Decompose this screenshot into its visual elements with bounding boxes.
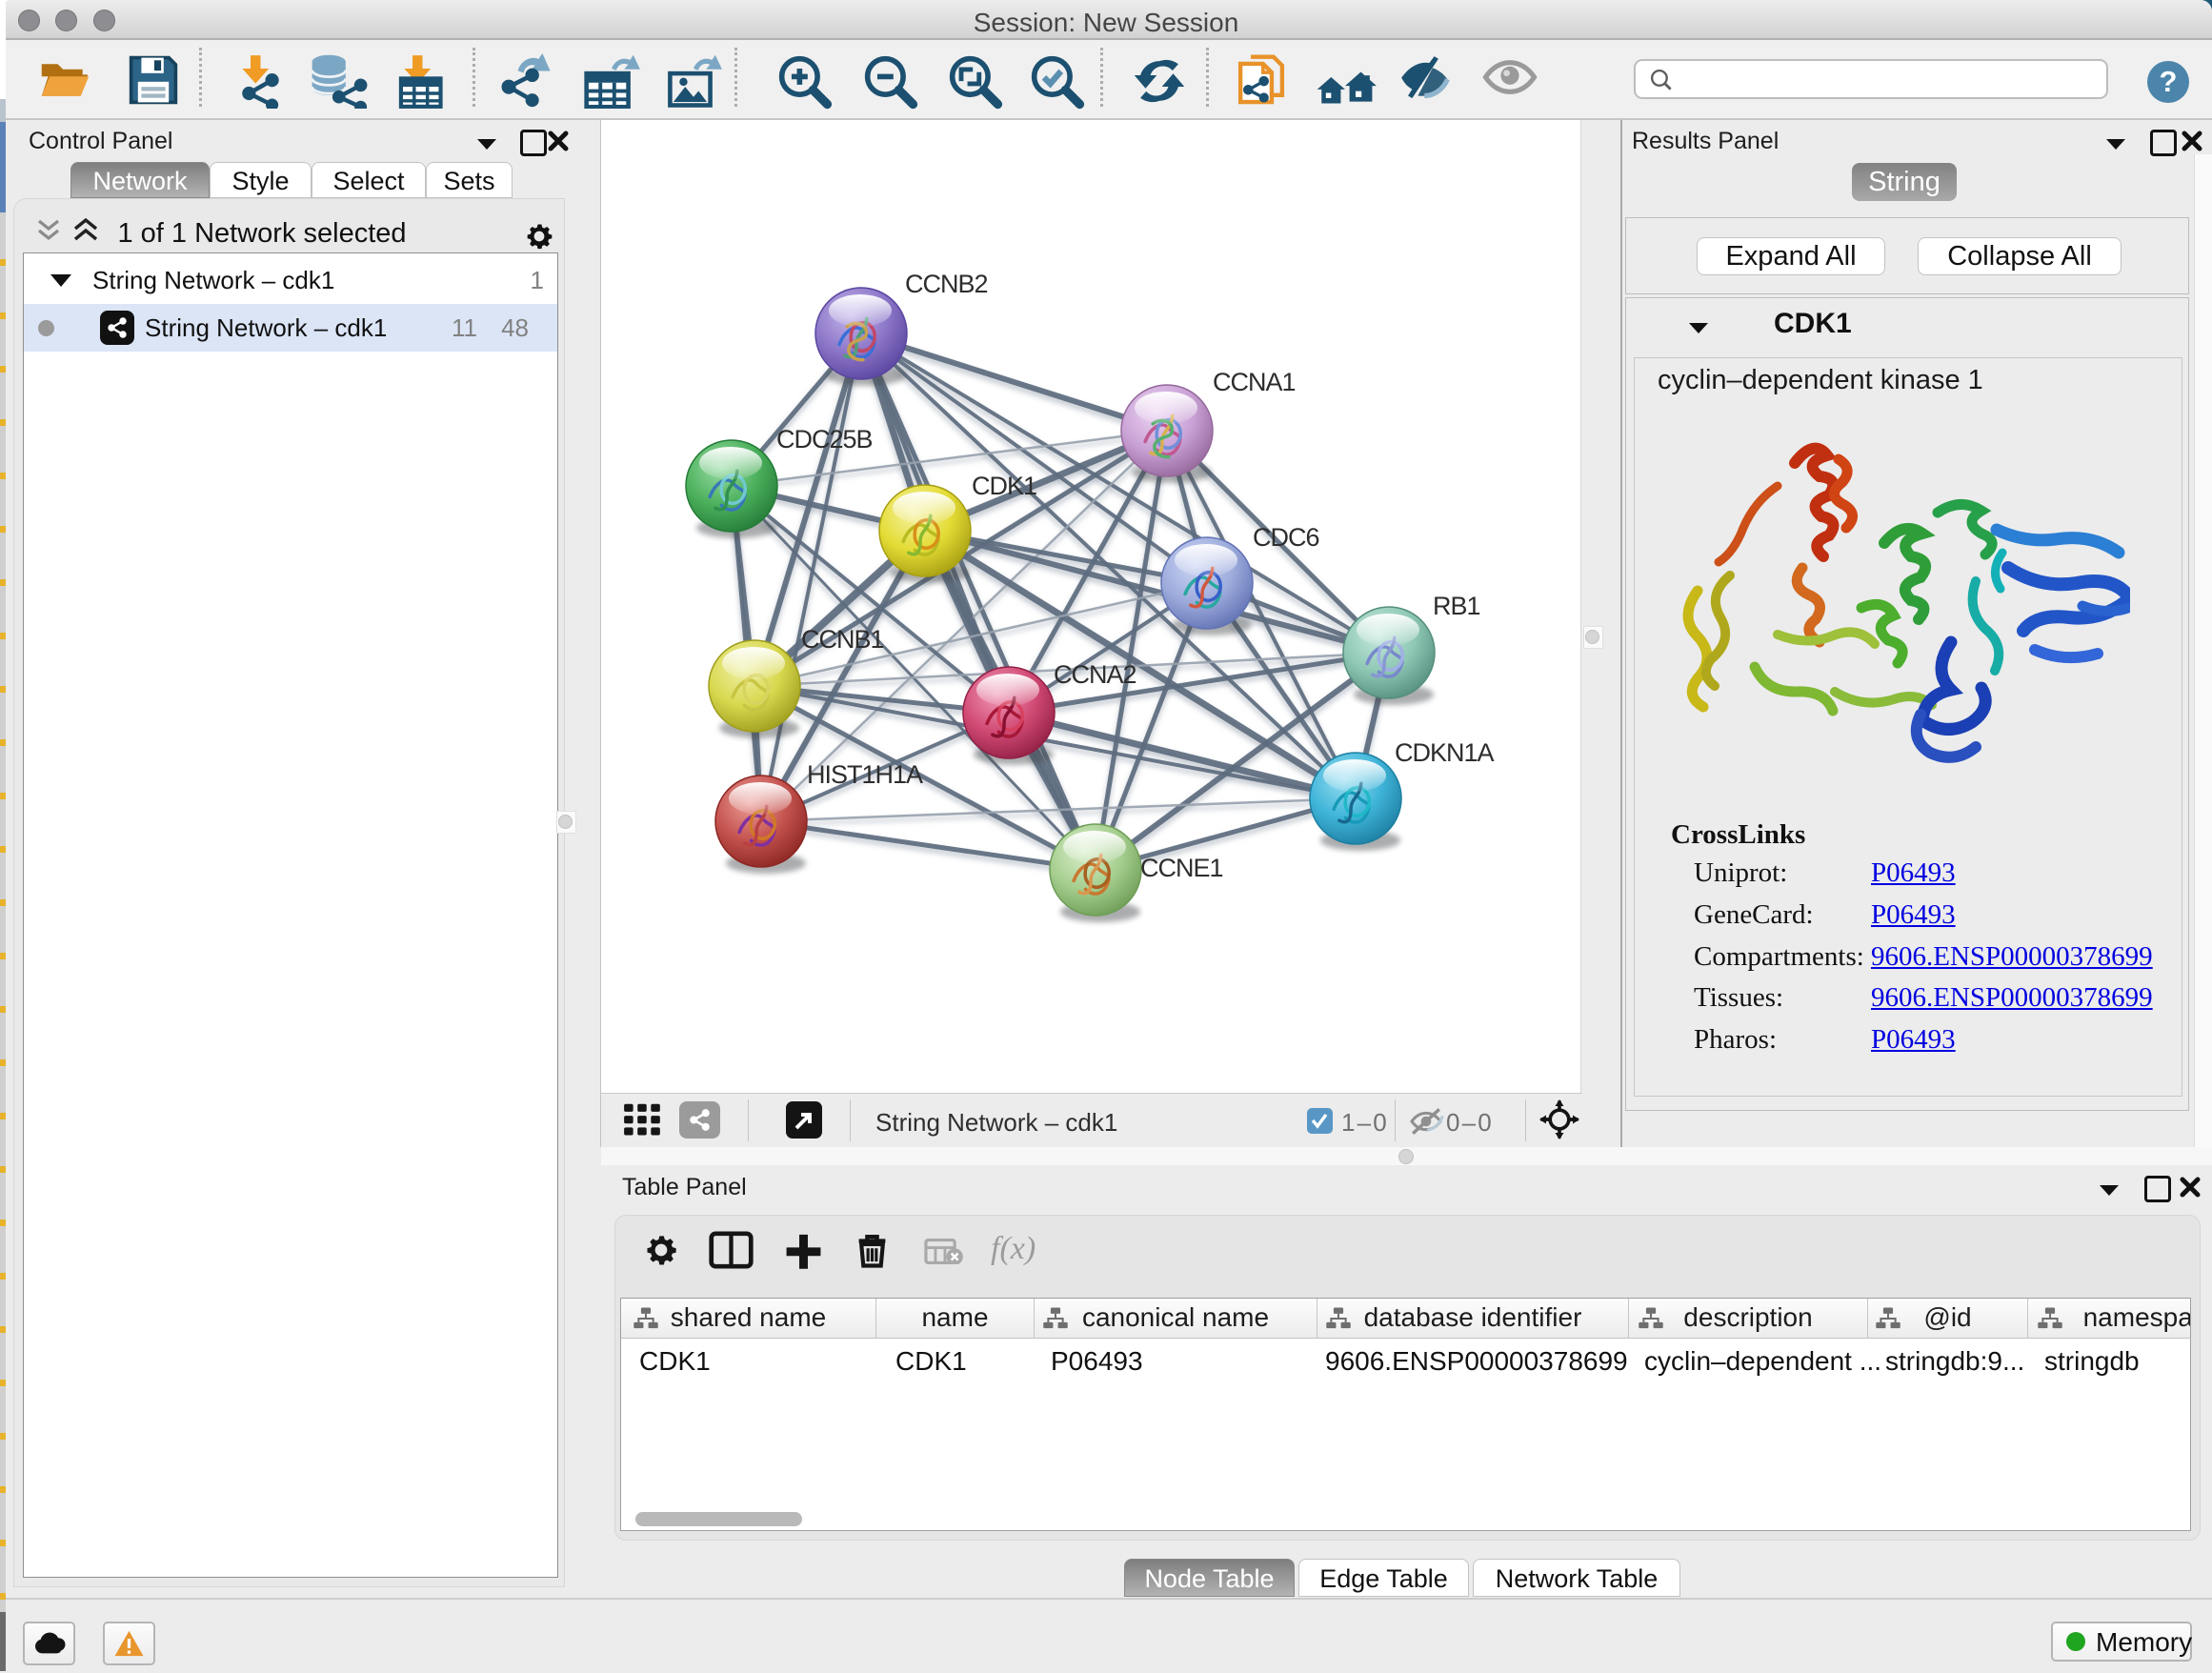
svg-text:CDKN1A: CDKN1A <box>1395 738 1495 767</box>
svg-text:RB1: RB1 <box>1433 592 1480 620</box>
svg-text:HIST1H1A: HIST1H1A <box>807 760 923 789</box>
svg-text:CDK1: CDK1 <box>972 472 1036 500</box>
svg-text:CCNA1: CCNA1 <box>1213 368 1296 396</box>
svg-text:CCNB1: CCNB1 <box>801 625 884 654</box>
svg-text:CDC25B: CDC25B <box>776 425 873 454</box>
svg-text:CDC6: CDC6 <box>1253 523 1319 552</box>
svg-text:CCNB2: CCNB2 <box>905 270 988 298</box>
svg-text:CCNA2: CCNA2 <box>1054 660 1136 689</box>
svg-text:CCNE1: CCNE1 <box>1140 854 1223 882</box>
